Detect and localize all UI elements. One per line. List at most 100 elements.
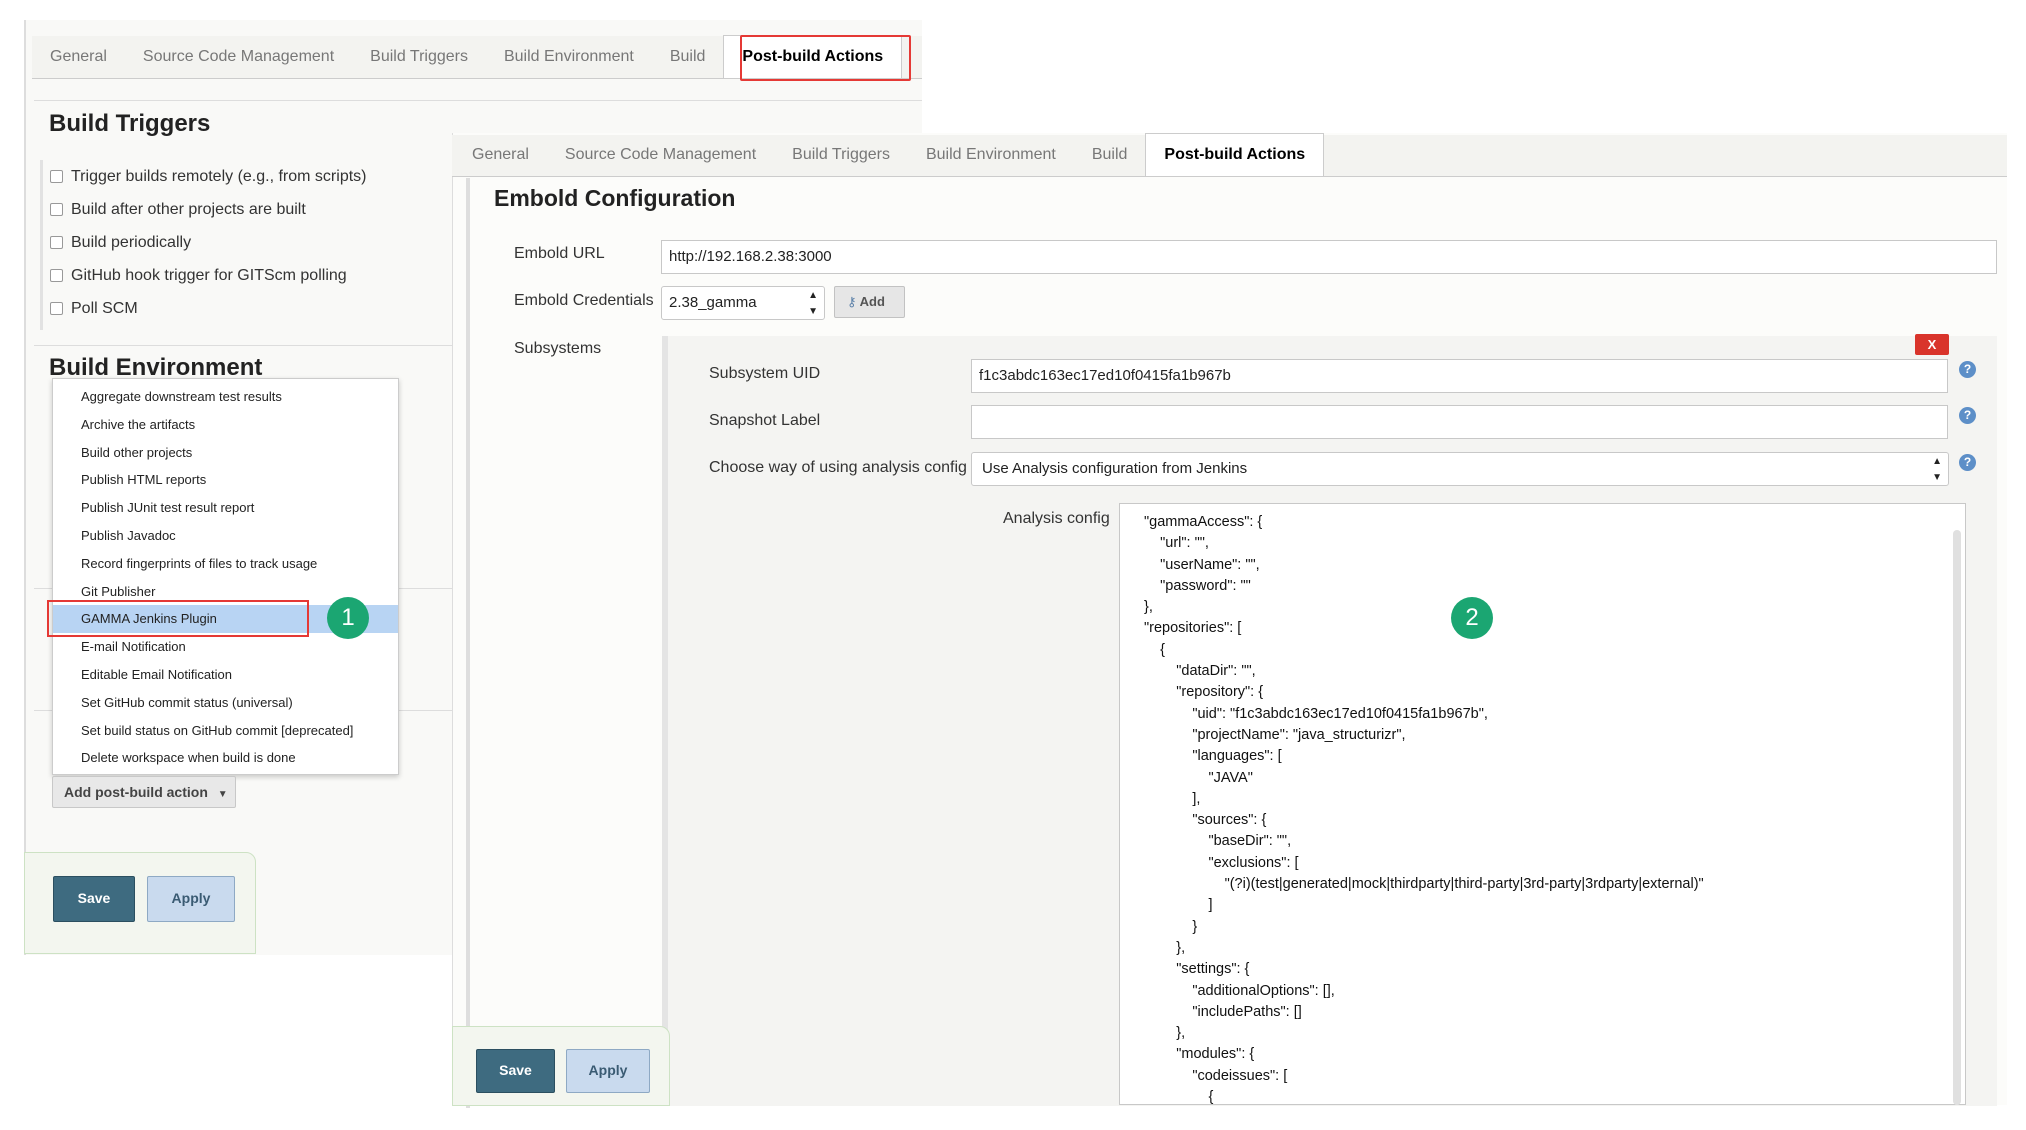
code-line: ], [1144, 790, 1201, 807]
code-line: "url": "", [1144, 535, 1209, 552]
credentials-value: 2.38_gamma [669, 294, 757, 311]
front-tab-post-build-actions[interactable]: Post-build Actions [1145, 133, 1325, 176]
code-line: }, [1144, 1025, 1186, 1042]
back-active-tab-highlight [740, 35, 911, 81]
back-tab-build-triggers[interactable]: Build Triggers [352, 36, 486, 78]
embold-url-field[interactable]: http://192.168.2.38:3000 [661, 240, 1997, 274]
front-apply-button[interactable]: Apply [566, 1049, 650, 1093]
code-line: "(?i)(test|generated|mock|thirdparty|thi… [1144, 876, 1704, 893]
add-credentials-label: Add [859, 294, 885, 309]
code-line: { [1144, 641, 1165, 658]
code-line: ] [1144, 897, 1213, 914]
checkbox[interactable] [50, 236, 63, 249]
back-save-button[interactable]: Save [53, 876, 135, 922]
trigger-option[interactable]: Trigger builds remotely (e.g., from scri… [50, 160, 366, 193]
menu-item[interactable]: Set build status on GitHub commit [depre… [53, 717, 398, 745]
snapshot-label-field[interactable] [971, 405, 1948, 439]
menu-item[interactable]: Publish Javadoc [53, 522, 398, 550]
menu-item[interactable]: Record fingerprints of files to track us… [53, 550, 398, 578]
code-line: "includePaths": [] [1144, 1003, 1302, 1020]
menu-item[interactable]: Delete workspace when build is done [53, 744, 398, 772]
code-line: { [1144, 1089, 1214, 1105]
post-build-action-menu: Aggregate downstream test results Archiv… [52, 378, 399, 775]
embold-url-label: Embold URL [514, 245, 605, 262]
front-tab-build[interactable]: Build [1074, 134, 1146, 176]
code-line: "uid": "f1c3abdc163ec17ed10f0415fa1b967b… [1144, 705, 1488, 722]
subsystem-uid-label: Subsystem UID [709, 365, 821, 382]
checkbox[interactable] [50, 170, 63, 183]
snapshot-help-icon[interactable]: ? [1959, 407, 1976, 424]
trigger-option[interactable]: GitHub hook trigger for GITScm polling [50, 259, 366, 292]
trigger-option[interactable]: Build periodically [50, 226, 366, 259]
select-arrows-icon: ▲ ▼ [808, 290, 818, 317]
menu-item[interactable]: Publish HTML reports [53, 466, 398, 494]
code-line: "repositories": [ [1144, 620, 1242, 637]
analysis-config-label: Analysis config [1003, 510, 1110, 527]
menu-item[interactable]: Set GitHub commit status (universal) [53, 689, 398, 717]
config-mode-help-icon[interactable]: ? [1959, 454, 1976, 471]
back-divider [34, 100, 922, 101]
step-1-badge: 1 [327, 597, 369, 639]
code-line: }, [1144, 939, 1186, 956]
checkbox[interactable] [50, 203, 63, 216]
code-line: "settings": { [1144, 961, 1250, 978]
trigger-option[interactable]: Poll SCM [50, 292, 366, 325]
checkbox[interactable] [50, 269, 63, 282]
triggers-left-rule [40, 160, 43, 330]
code-line: "userName": "", [1144, 556, 1260, 573]
front-tab-build-triggers[interactable]: Build Triggers [774, 134, 908, 176]
back-tab-source-code-management[interactable]: Source Code Management [125, 36, 352, 78]
embold-credentials-label: Embold Credentials [514, 292, 654, 309]
menu-item[interactable]: Aggregate downstream test results [53, 383, 398, 411]
code-line: "languages": [ [1144, 748, 1282, 765]
analysis-config-textarea[interactable]: "gammaAccess": { "url": "", "userName": … [1119, 503, 1966, 1105]
menu-item[interactable]: Archive the artifacts [53, 411, 398, 439]
code-line: "modules": { [1144, 1046, 1255, 1063]
select-arrows-icon: ▲ ▼ [1932, 456, 1942, 483]
code-line: "gammaAccess": { [1144, 514, 1263, 530]
add-post-build-action-button[interactable]: Add post-build action ▼ [52, 776, 236, 808]
back-tab-general[interactable]: General [32, 36, 125, 78]
subsystems-label: Subsystems [514, 340, 602, 357]
delete-subsystem-button[interactable]: X [1915, 334, 1949, 355]
config-mode-label: Choose way of using analysis config [709, 459, 967, 476]
menu-item[interactable]: Build other projects [53, 439, 398, 467]
build-triggers-heading: Build Triggers [49, 110, 211, 137]
code-line: "projectName": "java_structurizr", [1144, 726, 1406, 743]
add-post-build-action-label: Add post-build action [64, 784, 208, 800]
code-line: "JAVA" [1144, 769, 1253, 786]
add-credentials-button[interactable]: ⚷ Add [834, 286, 905, 318]
key-icon: ⚷ [847, 294, 857, 309]
trigger-option[interactable]: Build after other projects are built [50, 193, 366, 226]
back-window-left-border [24, 20, 26, 955]
menu-item[interactable]: Editable Email Notification [53, 661, 398, 689]
menu-item[interactable]: Publish JUnit test result report [53, 494, 398, 522]
back-divider-2 [34, 345, 454, 346]
config-mode-select[interactable]: Use Analysis configuration from Jenkins … [971, 452, 1949, 486]
trigger-list: Trigger builds remotely (e.g., from scri… [50, 160, 366, 325]
front-tab-source-code-management[interactable]: Source Code Management [547, 134, 774, 176]
embold-credentials-select[interactable]: 2.38_gamma ▲ ▼ [661, 286, 825, 320]
code-line: } [1144, 918, 1198, 935]
back-tab-build-environment[interactable]: Build Environment [486, 36, 652, 78]
back-apply-button[interactable]: Apply [147, 876, 235, 922]
snapshot-label-label: Snapshot Label [709, 412, 821, 429]
code-line: "exclusions": [ [1144, 854, 1299, 871]
code-line: }, [1144, 599, 1153, 616]
embold-section-title: Embold Configuration [494, 185, 736, 211]
code-line: "additionalOptions": [], [1144, 982, 1335, 999]
config-mode-value: Use Analysis configuration from Jenkins [982, 460, 1248, 477]
step-2-badge: 2 [1451, 597, 1493, 639]
back-tab-build[interactable]: Build [652, 36, 724, 78]
front-tab-build-environment[interactable]: Build Environment [908, 134, 1074, 176]
code-line: "sources": { [1144, 812, 1267, 829]
caret-down-icon: ▼ [217, 789, 228, 800]
code-line: "baseDir": "", [1144, 833, 1292, 850]
uid-help-icon[interactable]: ? [1959, 361, 1976, 378]
analysis-config-code: "gammaAccess": { "url": "", "userName": … [1144, 512, 1965, 1105]
subsystem-uid-field[interactable]: f1c3abdc163ec17ed10f0415fa1b967b [971, 359, 1948, 393]
textarea-scrollbar[interactable] [1953, 530, 1961, 1105]
front-save-button[interactable]: Save [476, 1049, 555, 1093]
checkbox[interactable] [50, 302, 63, 315]
front-tab-general[interactable]: General [454, 134, 547, 176]
